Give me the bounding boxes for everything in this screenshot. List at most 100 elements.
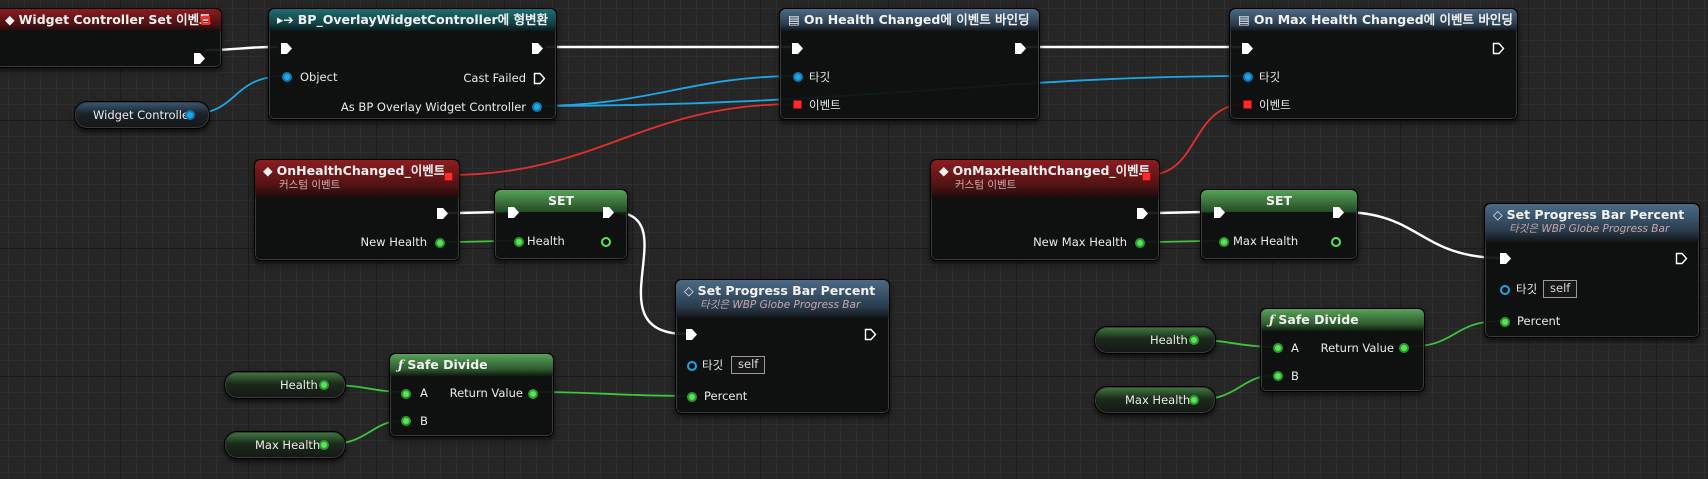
target-self-field[interactable]: self <box>1543 280 1578 298</box>
exec-output-pin[interactable] <box>193 52 206 65</box>
set-health-node[interactable]: SET Health <box>494 189 628 260</box>
exec-output-pin[interactable] <box>1675 252 1688 265</box>
health-variable-node-2[interactable]: Health <box>1094 326 1216 354</box>
event-input-pin[interactable] <box>1243 100 1252 109</box>
delegate-output-pin[interactable] <box>444 172 453 181</box>
node-header: ▤ On Max Health Changed에 이벤트 바인딩 <box>1230 9 1517 31</box>
health-pin-label: Health <box>527 234 565 248</box>
node-subtitle: 타깃은 WBP Globe Progress Bar <box>700 299 861 311</box>
set-progress-bar-percent-node-2[interactable]: ◇ Set Progress Bar Percent 타깃은 WBP Globe … <box>1484 203 1700 338</box>
exec-output-pin[interactable] <box>602 206 615 219</box>
node-title: BP_OverlayWidgetController에 형변환 <box>297 12 548 27</box>
variable-label: Widget Controller <box>93 108 194 122</box>
delegate-output-pin[interactable] <box>1142 172 1151 181</box>
variable-label: Max Health <box>255 438 321 452</box>
percent-input-pin[interactable] <box>1500 317 1510 327</box>
percent-pin-label: Percent <box>704 389 748 403</box>
as-controller-pin-label: As BP Overlay Widget Controller <box>340 100 526 114</box>
exec-output-pin[interactable] <box>436 207 449 220</box>
new-max-health-pin-label: New Max Health <box>1033 235 1127 249</box>
on-max-health-changed-event-node[interactable]: ◆ OnMaxHealthChanged_이벤트 커스텀 이벤트 New Max … <box>930 159 1160 261</box>
variable-output-pin[interactable] <box>1189 335 1199 345</box>
node-subtitle: 커스텀 이벤트 <box>279 179 341 191</box>
target-pin-label: 타깃 <box>1259 70 1281 84</box>
return-value-output-pin[interactable] <box>528 389 538 399</box>
max-health-variable-node-2[interactable]: Max Health <box>1094 386 1216 414</box>
health-variable-node-1[interactable]: Health <box>224 371 346 399</box>
a-pin-label: A <box>1291 341 1299 355</box>
object-input-pin[interactable] <box>282 72 292 82</box>
event-diamond-icon: ◆ <box>5 12 15 27</box>
exec-output-pin[interactable] <box>864 328 877 341</box>
exec-input-pin[interactable] <box>507 206 520 219</box>
node-subtitle: 커스텀 이벤트 <box>955 179 1017 191</box>
target-input-pin[interactable] <box>687 361 697 371</box>
bind-on-max-health-changed-node[interactable]: ▤ On Max Health Changed에 이벤트 바인딩 타깃 이벤트 <box>1229 8 1518 120</box>
new-health-output-pin[interactable] <box>435 238 445 248</box>
variable-output-pin[interactable] <box>319 380 329 390</box>
exec-output-pin[interactable] <box>1014 42 1027 55</box>
exec-input-pin[interactable] <box>791 42 804 55</box>
target-input-pin[interactable] <box>793 72 803 82</box>
return-value-pin-label: Return Value <box>449 386 523 400</box>
exec-output-pin[interactable] <box>1332 206 1345 219</box>
health-input-pin[interactable] <box>514 237 524 247</box>
variable-output-pin[interactable] <box>185 110 195 120</box>
widget-controller-variable-node[interactable]: Widget Controller <box>74 101 210 129</box>
exec-output-pin[interactable] <box>531 42 544 55</box>
as-controller-output-pin[interactable] <box>532 102 542 112</box>
bind-on-health-changed-node[interactable]: ▤ On Health Changed에 이벤트 바인딩 타깃 이벤트 <box>779 8 1040 120</box>
node-title: Safe Divide <box>1278 312 1359 327</box>
percent-input-pin[interactable] <box>687 392 697 402</box>
event-pin-label: 이벤트 <box>1259 98 1291 112</box>
max-health-input-pin[interactable] <box>1219 237 1229 247</box>
a-input-pin[interactable] <box>401 389 411 399</box>
new-max-health-output-pin[interactable] <box>1135 238 1145 248</box>
exec-input-pin[interactable] <box>280 42 293 55</box>
safe-divide-node-1[interactable]: ƒ Safe Divide A Return Value B <box>389 353 554 437</box>
return-value-output-pin[interactable] <box>1399 343 1409 353</box>
b-input-pin[interactable] <box>1273 371 1283 381</box>
exec-input-pin[interactable] <box>685 328 698 341</box>
target-input-pin[interactable] <box>1500 285 1510 295</box>
exec-output-pin[interactable] <box>1136 207 1149 220</box>
node-title: On Health Changed에 이벤트 바인딩 <box>803 12 1030 27</box>
percent-pin-label: Percent <box>1517 314 1561 328</box>
on-health-changed-event-node[interactable]: ◆ OnHealthChanged_이벤트 커스텀 이벤트 New Health <box>254 159 460 261</box>
variable-output-pin[interactable] <box>319 440 329 450</box>
node-header: ◇ Set Progress Bar Percent 타깃은 WBP Globe … <box>676 280 889 318</box>
node-title: OnHealthChanged_이벤트 <box>276 163 446 178</box>
event-input-pin[interactable] <box>793 100 802 109</box>
node-header: ◆ OnHealthChanged_이벤트 커스텀 이벤트 <box>255 160 459 198</box>
exec-output-pin[interactable] <box>1492 42 1505 55</box>
event-diamond-icon: ◇ <box>1493 207 1503 222</box>
variable-output-pin[interactable] <box>1189 395 1199 405</box>
node-title: Set Progress Bar Percent <box>697 283 876 298</box>
cast-failed-exec-pin[interactable] <box>533 72 546 85</box>
node-title: SET <box>1265 193 1293 208</box>
cast-to-overlay-controller-node[interactable]: ▸➔ BP_OverlayWidgetController에 형변환 Object… <box>268 8 557 120</box>
node-header: ▤ On Health Changed에 이벤트 바인딩 <box>780 9 1039 31</box>
exec-input-pin[interactable] <box>1241 42 1254 55</box>
event-diamond-icon: ◆ <box>939 163 949 178</box>
delegate-output-pin[interactable] <box>201 16 210 25</box>
set-progress-bar-percent-node-1[interactable]: ◇ Set Progress Bar Percent 타깃은 WBP Globe … <box>675 279 890 414</box>
target-self-field[interactable]: self <box>731 356 766 374</box>
set-max-health-node[interactable]: SET Max Health <box>1200 189 1358 260</box>
max-health-variable-node-1[interactable]: Max Health <box>224 431 346 459</box>
exec-input-pin[interactable] <box>1499 252 1512 265</box>
safe-divide-node-2[interactable]: ƒ Safe Divide A Return Value B <box>1260 308 1425 392</box>
a-input-pin[interactable] <box>1273 343 1283 353</box>
target-pin-label: 타깃 <box>702 358 724 372</box>
b-input-pin[interactable] <box>401 416 411 426</box>
function-f-icon: ƒ <box>1269 312 1275 327</box>
widget-controller-set-event-node[interactable]: ◆ Widget Controller Set 이벤트 <box>0 8 222 68</box>
target-input-pin[interactable] <box>1243 72 1253 82</box>
node-title: Safe Divide <box>407 357 488 372</box>
target-pin-label: 타깃 <box>809 70 831 84</box>
exec-input-pin[interactable] <box>1213 206 1226 219</box>
node-header: ƒ Safe Divide <box>1261 309 1424 331</box>
max-health-output-pin[interactable] <box>1331 237 1341 247</box>
health-output-pin[interactable] <box>601 237 611 247</box>
a-pin-label: A <box>420 386 428 400</box>
